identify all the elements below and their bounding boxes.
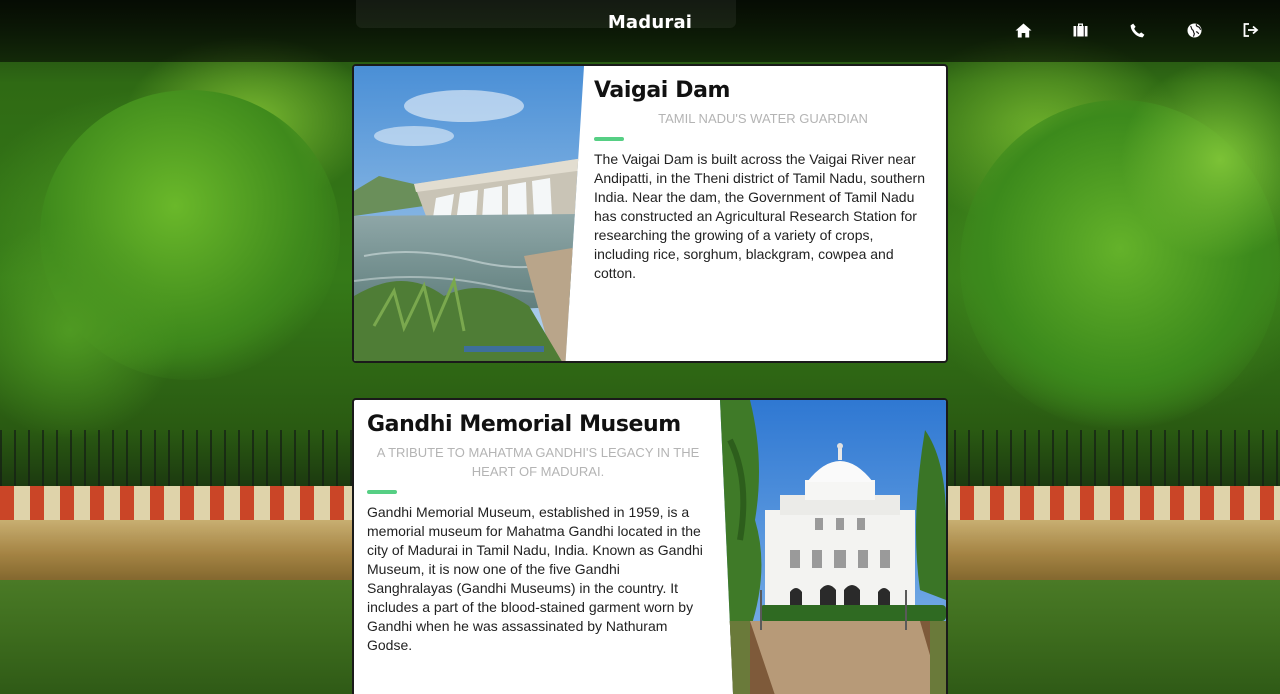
accent-bar: [367, 490, 397, 494]
fence: [940, 430, 1280, 486]
card-description: Gandhi Memorial Museum, established in 1…: [367, 504, 703, 653]
card-description: The Vaigai Dam is built across the Vaiga…: [594, 151, 925, 281]
nav-phone-button[interactable]: [1124, 20, 1150, 40]
vaigai-dam-photo: [354, 66, 584, 361]
vaigai-dam-illustration: [354, 66, 584, 361]
briefcase-icon: [1073, 23, 1087, 37]
card-subtitle: Tamil Nadu's Water Guardian: [658, 111, 868, 126]
home-icon: [1015, 23, 1031, 37]
gandhi-museum-photo: [720, 400, 946, 694]
gandhi-museum-illustration: [720, 400, 946, 694]
top-nav: [1010, 20, 1280, 40]
card-content: Gandhi Memorial Museum A tribute to Maha…: [367, 410, 709, 655]
card-title: Gandhi Memorial Museum: [367, 412, 681, 437]
sign-out-icon: [1243, 23, 1259, 37]
card-subtitle: A tribute to Mahatma Gandhi's legacy in …: [376, 445, 700, 479]
phone-icon: [1130, 23, 1144, 37]
globe-icon: [1187, 23, 1201, 37]
top-header: Madurai: [0, 0, 1280, 62]
nav-home-button[interactable]: [1010, 20, 1036, 40]
nav-briefcase-button[interactable]: [1067, 20, 1093, 40]
accent-bar: [594, 137, 624, 141]
card-content: Vaigai Dam Tamil Nadu's Water Guardian T…: [594, 76, 932, 283]
card-title: Vaigai Dam: [594, 78, 731, 103]
nav-globe-button[interactable]: [1181, 20, 1207, 40]
nav-logout-button[interactable]: [1238, 20, 1264, 40]
attraction-card: Gandhi Memorial Museum A tribute to Maha…: [352, 398, 948, 694]
attraction-card: Vaigai Dam Tamil Nadu's Water Guardian T…: [352, 64, 948, 363]
fence: [0, 430, 360, 486]
